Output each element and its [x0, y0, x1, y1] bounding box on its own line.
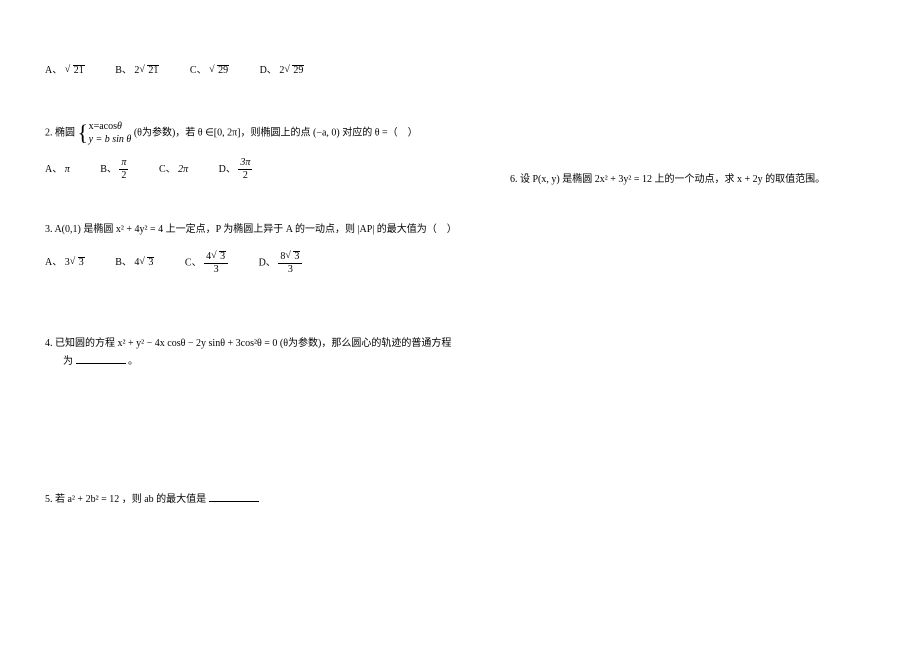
label: B、: [100, 164, 117, 175]
label: A、: [45, 257, 62, 268]
sqrt-value: 21: [147, 65, 159, 76]
q2-prefix: 2. 椭圆: [45, 127, 75, 138]
sqrt-value: 3: [78, 257, 85, 268]
label: B、: [115, 257, 132, 268]
option-a: A、 π: [45, 161, 70, 179]
label: C、: [190, 65, 207, 76]
den: 3: [204, 264, 228, 275]
problem-4: 4. 已知圆的方程 x² + y² − 4x cosθ − 2y sinθ + …: [45, 335, 875, 371]
case2: y = b sin θ: [89, 134, 132, 145]
option-b: B、 221: [115, 62, 159, 80]
sqrt-value: 21: [73, 65, 85, 76]
den: 2: [119, 170, 128, 181]
fill-blank: [209, 491, 259, 502]
q2-mid: (θ为参数)，若 θ ∈[0, 2π]，则椭圆上的点 (−a, 0) 对应的 θ…: [134, 127, 418, 138]
label: A、: [45, 164, 62, 175]
label: D、: [260, 65, 277, 76]
cases: x=acosθ y = b sin θ: [89, 120, 132, 146]
option-c: C、 29: [190, 62, 229, 80]
label: D、: [219, 164, 236, 175]
option-b: B、 43: [115, 254, 154, 272]
problem-6: 6. 设 P(x, y) 是椭圆 2x² + 3y² = 12 上的一个动点，求…: [510, 170, 825, 185]
num: 83: [278, 251, 302, 264]
problem-1-options: A、 21 B、 221 C、 29 D、 229: [45, 62, 875, 80]
num: 3π: [238, 158, 252, 170]
case1: x=acos: [89, 121, 117, 132]
option-d: D、 833: [259, 251, 303, 275]
label: C、: [185, 257, 202, 268]
option-d: D、 229: [260, 62, 305, 80]
q6-text: 6. 设 P(x, y) 是椭圆 2x² + 3y² = 12 上的一个动点，求…: [510, 174, 825, 185]
den: 2: [238, 170, 252, 181]
q4-period: 。: [128, 356, 138, 367]
value: 2π: [178, 164, 188, 175]
option-c: C、 2π: [159, 161, 188, 179]
q4-line2: 为: [63, 356, 73, 367]
num: 43: [204, 251, 228, 264]
option-c: C、 433: [185, 251, 228, 275]
q4-line1: 4. 已知圆的方程 x² + y² − 4x cosθ − 2y sinθ + …: [45, 335, 875, 353]
q3-text: 3. A(0,1) 是椭圆 x² + 4y² = 4 上一定点，P 为椭圆上异于…: [45, 221, 875, 239]
num: π: [119, 158, 128, 170]
sqrt-value: 29: [217, 65, 229, 76]
option-d: D、 3π2: [219, 158, 253, 181]
theta: θ: [117, 121, 122, 132]
problem-5: 5. 若 a² + 2b² = 12 ，则 ab 的最大值是: [45, 491, 875, 509]
fill-blank: [76, 353, 126, 364]
sqrt-value: 29: [292, 65, 304, 76]
option-a: A、 33: [45, 254, 85, 272]
problem-3: 3. A(0,1) 是椭圆 x² + 4y² = 4 上一定点，P 为椭圆上异于…: [45, 221, 875, 275]
label: A、: [45, 65, 62, 76]
option-b: B、 π2: [100, 158, 128, 181]
sqrt-value: 3: [147, 257, 154, 268]
label: C、: [159, 164, 176, 175]
brace-icon: {: [78, 122, 89, 144]
q5-text: 5. 若 a² + 2b² = 12 ，则 ab 的最大值是: [45, 494, 206, 505]
label: D、: [259, 257, 276, 268]
option-a: A、 21: [45, 62, 85, 80]
value: π: [65, 164, 70, 175]
den: 3: [278, 264, 302, 275]
label: B、: [115, 65, 132, 76]
